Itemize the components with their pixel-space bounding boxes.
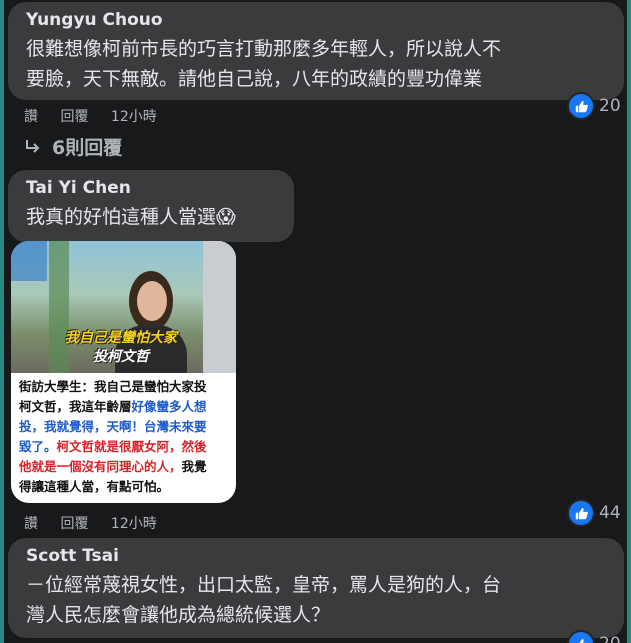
overlay-title: 我自己是蠻怕大家 投柯文哲 xyxy=(65,330,177,365)
reaction-count[interactable]: 44 xyxy=(567,499,621,527)
like-button[interactable]: 讚 xyxy=(24,109,38,125)
reaction-number: 20 xyxy=(599,634,621,643)
reply-arrow-icon xyxy=(26,139,40,153)
comment-author[interactable]: Yungyu Chouo xyxy=(26,10,163,30)
comment-text-line: 很難想像柯前市長的巧言打動那麼多年輕人，所以說人不 xyxy=(26,38,502,60)
reply-button[interactable]: 回覆 xyxy=(60,109,88,125)
comment-bubble: Tai Yi Chen 我真的好怕這種人當選😱 xyxy=(8,170,294,242)
comment-actions: 讚 回覆 12小時 xyxy=(24,106,175,126)
comment-text-line: 灣人民怎麼會讓他成為總統候選人？ xyxy=(26,604,331,626)
replies-label: 6則回覆 xyxy=(52,137,123,159)
comment-bubble: Scott Tsai －位經常蔑視女性，出口太監，皇帝，罵人是狗的人，台 灣人民… xyxy=(8,538,624,638)
image-attachment[interactable]: 我自己是蠻怕大家 投柯文哲 街訪大學生：我自己是蠻怕大家投 柯文哲，我這年齡層好… xyxy=(11,241,236,503)
like-icon xyxy=(567,92,595,120)
comment-text-line: －位經常蔑視女性，出口太監，皇帝，罵人是狗的人，台 xyxy=(26,574,502,596)
comment-text-line: 要臉，天下無敵。請他自己說，八年的政績的豐功偉業 xyxy=(26,68,483,90)
reply-button[interactable]: 回覆 xyxy=(60,516,88,532)
timestamp[interactable]: 12小時 xyxy=(111,516,157,532)
comment-author[interactable]: Tai Yi Chen xyxy=(26,178,131,198)
reaction-count[interactable]: 20 xyxy=(567,630,621,643)
reaction-count[interactable]: 20 xyxy=(567,92,621,120)
reaction-number: 44 xyxy=(599,503,621,523)
comment-text: 我真的好怕這種人當選😱 xyxy=(26,206,236,228)
like-icon xyxy=(567,499,595,527)
comment-text: －位經常蔑視女性，出口太監，皇帝，罵人是狗的人，台 灣人民怎麼會讓他成為總統候選… xyxy=(26,570,501,630)
comment-bubble: Yungyu Chouo 很難想像柯前市長的巧言打動那麼多年輕人，所以說人不 要… xyxy=(8,2,624,100)
view-replies-button[interactable]: 6則回覆 xyxy=(24,133,122,160)
comment-text: 很難想像柯前市長的巧言打動那麼多年輕人，所以說人不 要臉，天下無敵。請他自己說，… xyxy=(26,34,501,94)
comment-actions: 讚 回覆 12小時 xyxy=(24,513,175,533)
comments-panel: Yungyu Chouo 很難想像柯前市長的巧言打動那麼多年輕人，所以說人不 要… xyxy=(4,0,627,643)
like-icon xyxy=(567,630,595,643)
reaction-number: 20 xyxy=(599,96,621,116)
timestamp[interactable]: 12小時 xyxy=(111,109,157,125)
like-button[interactable]: 讚 xyxy=(24,516,38,532)
comment-author[interactable]: Scott Tsai xyxy=(26,546,119,566)
street-interview-photo: 我自己是蠻怕大家 投柯文哲 xyxy=(11,241,236,373)
image-caption: 街訪大學生：我自己是蠻怕大家投 柯文哲，我這年齡層好像蠻多人想 投，我就覺得，天… xyxy=(19,379,207,494)
